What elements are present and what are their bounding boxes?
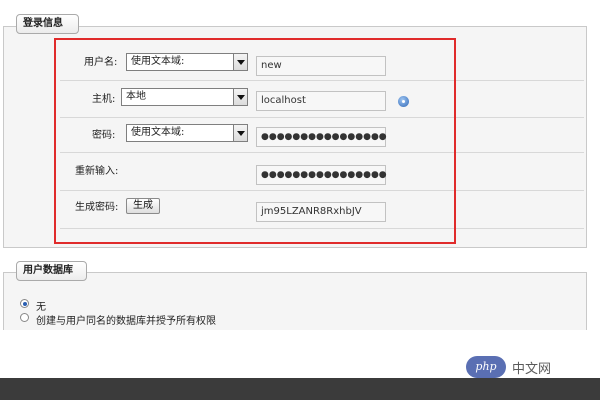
row-divider [60,190,584,191]
host-select[interactable]: 本地 [121,88,248,106]
username-mode-select[interactable]: 使用文本域: [126,53,248,71]
none-radio[interactable] [20,299,29,308]
reenter-password-input[interactable]: ●●●●●●●●●●●●●●●● [256,165,387,185]
user-database-legend: 用户数据库 [16,261,87,281]
watermark-text: 中文网 [512,361,552,377]
watermark: php 中文网 [466,352,551,382]
username-mode-value: 使用文本域: [131,56,185,67]
generated-password-input[interactable]: jm95LZANR8RxhbJV [256,202,386,222]
create-db-option-label: 创建与用户同名的数据库并授予所有权限 [36,316,216,327]
host-label: 主机: [92,94,116,105]
password-input[interactable]: ●●●●●●●●●●●●●●●● [256,127,387,147]
create-db-radio[interactable] [20,313,29,322]
chevron-down-icon [233,89,247,105]
username-label: 用户名: [84,57,118,68]
reenter-label: 重新输入: [75,166,119,177]
php-logo-icon: php [466,356,506,378]
generate-password-label: 生成密码: [75,202,119,213]
row-divider [60,80,584,81]
row-divider [60,117,584,118]
host-input[interactable]: localhost [256,91,386,111]
row-divider [60,152,584,153]
password-mode-select[interactable]: 使用文本域: [126,124,248,142]
password-mode-value: 使用文本域: [131,127,185,138]
username-input[interactable]: new [256,56,386,76]
host-select-value: 本地 [126,91,146,102]
none-option-label: 无 [36,302,46,313]
help-icon[interactable] [398,96,409,107]
chevron-down-icon [233,125,247,141]
row-divider [60,228,584,229]
login-info-legend: 登录信息 [16,14,79,34]
chevron-down-icon [233,54,247,70]
password-label: 密码: [92,130,116,141]
generate-button[interactable]: 生成 [126,198,160,214]
